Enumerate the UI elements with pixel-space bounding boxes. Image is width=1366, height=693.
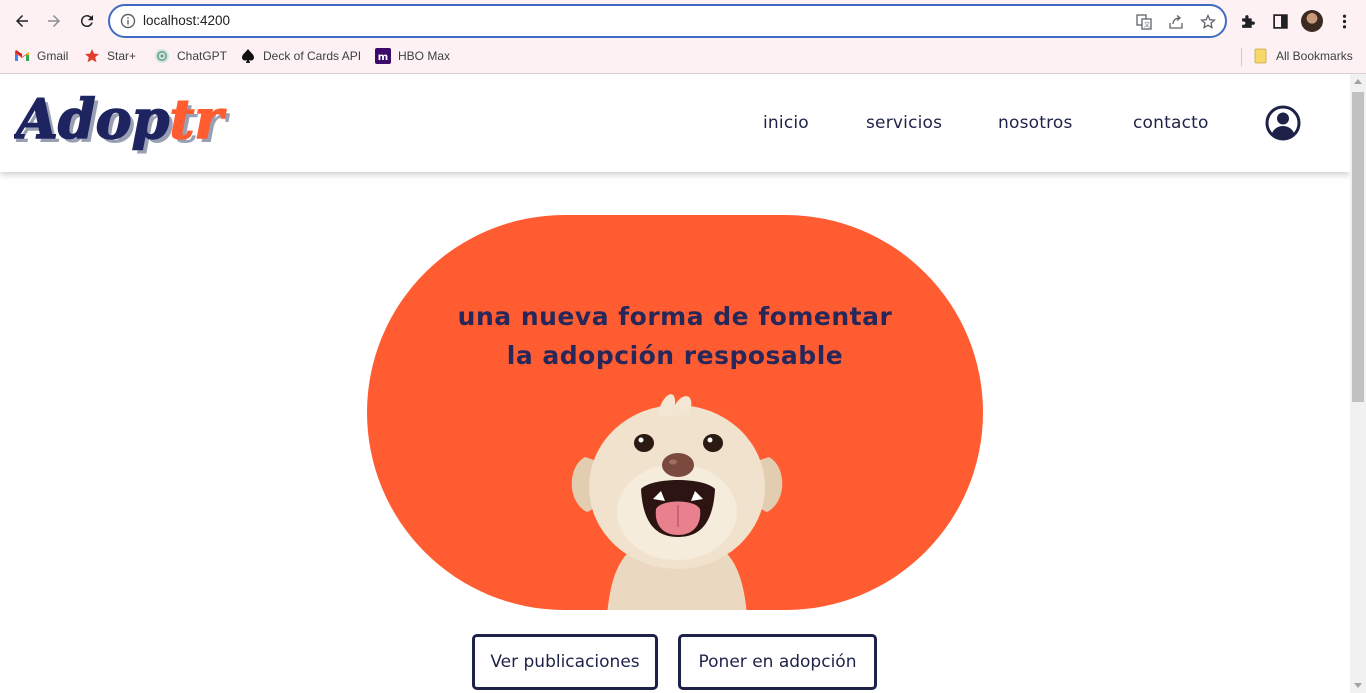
- adoptr-logo[interactable]: Adoptr Adoptr: [14, 84, 246, 162]
- star-outline-icon: [1200, 14, 1216, 29]
- gmail-icon: [14, 48, 30, 64]
- address-bar[interactable]: localhost:4200 文: [108, 4, 1227, 38]
- bookmark-star-plus[interactable]: Star+: [84, 47, 136, 65]
- browser-chrome: localhost:4200 文 Gmail Star+ ChatGPT Dec…: [0, 0, 1366, 74]
- scrollbar-thumb[interactable]: [1352, 92, 1364, 402]
- user-account-icon[interactable]: [1265, 105, 1301, 141]
- forward-arrow-icon: [48, 15, 60, 27]
- dog-image: [571, 394, 783, 610]
- puzzle-icon: [1241, 14, 1255, 28]
- hbo-max-icon: m: [375, 48, 391, 64]
- scroll-up-arrow-icon[interactable]: [1354, 79, 1362, 84]
- three-dots-vertical-icon: [1342, 14, 1346, 28]
- translate-icon: 文: [1136, 14, 1152, 30]
- bookmark-label: ChatGPT: [177, 49, 228, 63]
- svg-text:Adoptr: Adoptr: [14, 87, 226, 151]
- scroll-down-arrow-icon[interactable]: [1354, 683, 1362, 688]
- browser-menu-button[interactable]: [1334, 11, 1354, 31]
- back-arrow-icon: [16, 15, 28, 27]
- hero-line-2: la adopción resposable: [506, 341, 844, 370]
- back-button[interactable]: [10, 9, 34, 33]
- bookmarks-bar: Gmail Star+ ChatGPT Deck of Cards API m …: [0, 42, 1366, 70]
- svg-text:文: 文: [1144, 21, 1150, 29]
- reload-button[interactable]: [75, 9, 99, 33]
- site-info-icon[interactable]: [120, 13, 136, 29]
- put-up-for-adoption-button[interactable]: Poner en adopción: [678, 634, 877, 690]
- hero-tagline: una nueva forma de fomentar la adopción …: [367, 297, 983, 375]
- url-text[interactable]: localhost:4200: [143, 13, 230, 28]
- profile-avatar[interactable]: [1301, 10, 1323, 32]
- share-icon: [1169, 15, 1183, 29]
- folder-icon: [1253, 48, 1269, 64]
- reload-icon: [80, 15, 93, 28]
- browser-toolbar: localhost:4200 文: [0, 0, 1366, 42]
- star-icon: [84, 48, 100, 64]
- nav-inicio[interactable]: inicio: [763, 113, 809, 133]
- nav-servicios[interactable]: servicios: [866, 113, 942, 133]
- all-bookmarks[interactable]: All Bookmarks: [1253, 47, 1353, 65]
- bookmark-deck-of-cards-api[interactable]: Deck of Cards API: [240, 47, 361, 65]
- hero-banner: una nueva forma de fomentar la adopción …: [367, 215, 983, 610]
- svg-text:m: m: [378, 52, 388, 63]
- view-posts-button[interactable]: Ver publicaciones: [472, 634, 658, 690]
- nav-contacto[interactable]: contacto: [1133, 113, 1209, 133]
- bookmark-label: Deck of Cards API: [263, 49, 362, 63]
- extensions-button[interactable]: [1238, 11, 1258, 31]
- bookmark-label: Gmail: [37, 49, 69, 63]
- hero-line-1: una nueva forma de fomentar: [457, 302, 893, 331]
- bookmark-label: HBO Max: [398, 49, 451, 63]
- translate-button[interactable]: 文: [1135, 13, 1153, 31]
- web-page: Adoptr Adoptr inicio servicios nosotros …: [0, 74, 1350, 693]
- site-header: Adoptr Adoptr inicio servicios nosotros …: [0, 74, 1350, 172]
- chatgpt-icon: [154, 48, 170, 64]
- bookmark-gmail[interactable]: Gmail: [14, 47, 68, 65]
- spade-icon: [240, 48, 256, 64]
- bookmarks-separator: [1241, 48, 1242, 66]
- bookmark-label: Star+: [107, 49, 137, 63]
- page-scrollbar[interactable]: [1350, 74, 1366, 693]
- bookmark-hbo-max[interactable]: m HBO Max: [375, 47, 450, 65]
- bookmark-chatgpt[interactable]: ChatGPT: [154, 47, 227, 65]
- all-bookmarks-label: All Bookmarks: [1276, 49, 1353, 63]
- share-button[interactable]: [1167, 13, 1185, 31]
- forward-button[interactable]: [42, 9, 66, 33]
- side-panel-button[interactable]: [1270, 11, 1290, 31]
- bookmark-star-button[interactable]: [1199, 13, 1217, 31]
- side-panel-icon: [1272, 13, 1288, 29]
- nav-nosotros[interactable]: nosotros: [998, 113, 1073, 133]
